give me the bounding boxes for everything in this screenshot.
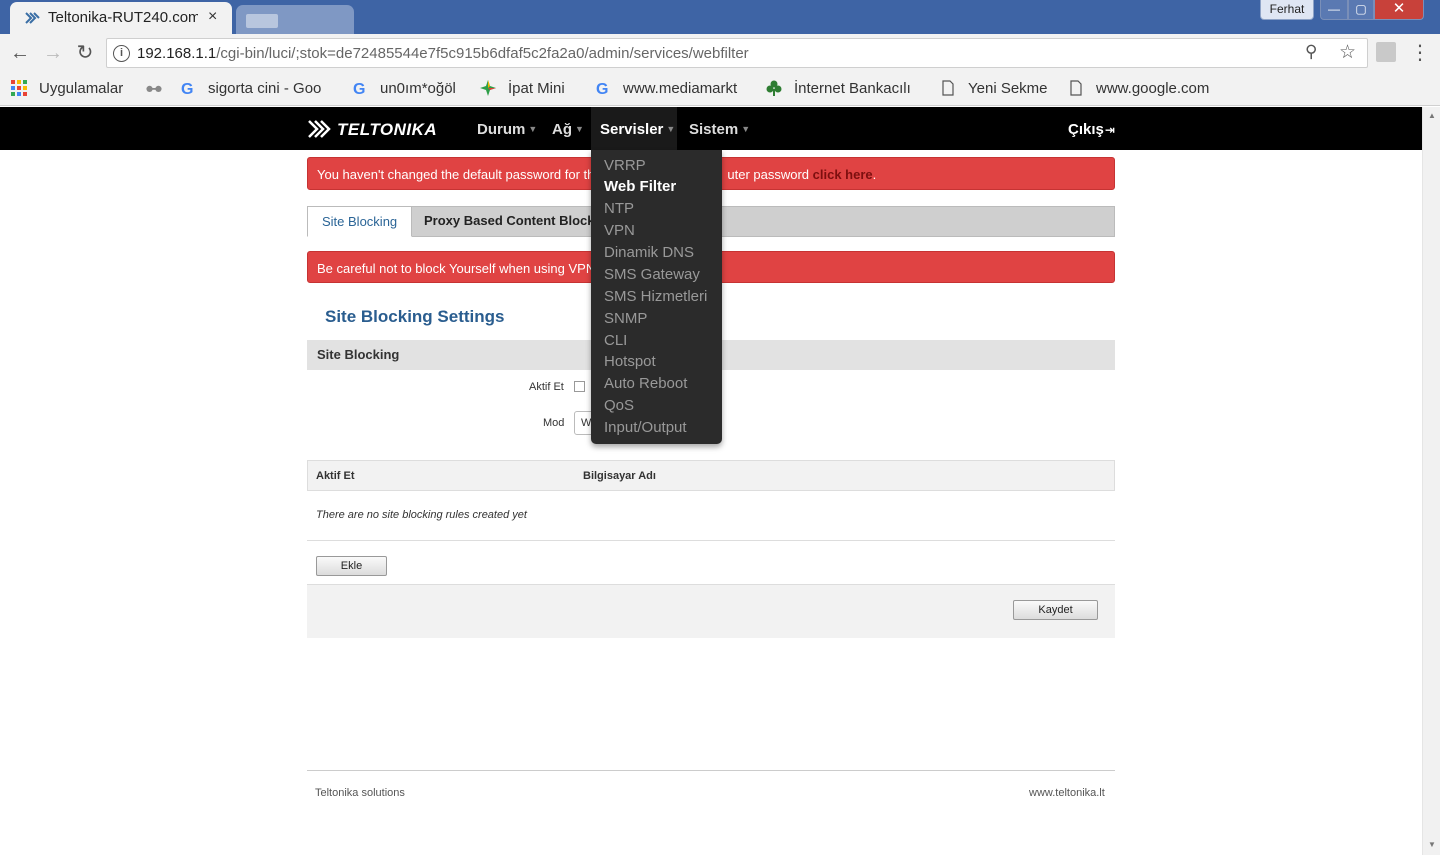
menu-item-hotspot[interactable]: Hotspot [604, 353, 656, 370]
apps-grid-icon [11, 80, 27, 96]
footer-website-link[interactable]: www.teltonika.lt [1029, 787, 1105, 799]
back-icon[interactable]: ← [7, 40, 33, 66]
menu-item-sms-services[interactable]: SMS Hizmetleri [604, 288, 707, 305]
browser-tab-inactive[interactable] [236, 5, 354, 34]
nav-sistem[interactable]: Sistem ▼ [689, 121, 750, 138]
address-bar[interactable]: i 192.168.1.1/cgi-bin/luci/;stok=de72485… [106, 38, 1368, 68]
bookmark-sigorta[interactable]: Gsigorta cini - Goo [180, 80, 335, 100]
menu-item-qos[interactable]: QoS [604, 397, 634, 414]
logout-button[interactable]: Çıkış⇥ [1068, 121, 1115, 138]
svg-text:G: G [181, 81, 193, 96]
chevron-down-icon: ▼ [741, 124, 751, 134]
menu-item-web-filter[interactable]: Web Filter [604, 178, 676, 195]
form-footer [307, 584, 1115, 638]
bookmark-unoim[interactable]: Gun0ım*oğöl [352, 80, 456, 100]
chevron-down-icon: ▼ [528, 124, 538, 134]
page-icon [1070, 80, 1082, 96]
menu-item-vrrp[interactable]: VRRP [604, 157, 646, 174]
bookmark-mediamarkt[interactable]: Gwww.mediamarkt [595, 80, 750, 100]
col-enable: Aktif Et [316, 470, 355, 482]
google-icon: G [353, 81, 365, 96]
menu-item-dynamic-dns[interactable]: Dinamik DNS [604, 244, 694, 261]
url-text[interactable]: 192.168.1.1/cgi-bin/luci/;stok=de7248554… [137, 45, 749, 62]
svg-text:G: G [596, 81, 608, 96]
col-host: Bilgisayar Adı [583, 470, 656, 482]
page-scrollbar[interactable]: ▲ ▼ [1422, 107, 1440, 855]
nav-durum[interactable]: Durum ▼ [477, 121, 537, 138]
enable-label: Aktif Et [529, 381, 564, 393]
tab-proxy-content-blocker[interactable]: Proxy Based Content Blocker [410, 206, 621, 237]
profile-button[interactable]: Ferhat [1260, 0, 1314, 20]
glasses-icon [146, 85, 162, 92]
scroll-up-icon[interactable]: ▲ [1428, 111, 1436, 120]
add-button[interactable]: Ekle [316, 556, 387, 576]
menu-item-auto-reboot[interactable]: Auto Reboot [604, 375, 687, 392]
logo-text: TELTONIKA [337, 120, 438, 139]
footer-company: Teltonika solutions [315, 787, 405, 799]
zoom-icon[interactable]: ⚲ [1305, 42, 1317, 62]
page-icon [942, 80, 954, 96]
bookmark-glasses[interactable] [146, 80, 168, 100]
extension-icon[interactable] [1376, 42, 1396, 62]
browser-tab-active[interactable]: Teltonika-RUT240.com × [10, 2, 232, 34]
chevron-down-icon: ▼ [575, 124, 584, 134]
menu-item-ntp[interactable]: NTP [604, 200, 634, 217]
site-info-icon[interactable]: i [113, 45, 130, 62]
menu-item-snmp[interactable]: SNMP [604, 310, 647, 327]
rules-table-header: Aktif Et Bilgisayar Adı [307, 460, 1115, 491]
menu-item-cli[interactable]: CLI [604, 332, 627, 349]
forward-icon[interactable]: → [40, 40, 66, 66]
bookmark-apps[interactable]: Uygulamalar [11, 80, 123, 100]
nav-servisler[interactable]: Servisler ▼ [600, 121, 675, 138]
tab-site-blocking[interactable]: Site Blocking [307, 206, 413, 237]
teltonika-favicon-icon [25, 12, 40, 24]
enable-checkbox[interactable] [574, 381, 585, 392]
browser-menu-icon[interactable]: ⋮ [1410, 40, 1430, 65]
bookmarks-bar: Uygulamalar Gsigorta cini - Goo Gun0ım*o… [0, 72, 1440, 106]
bookmark-internet-banking[interactable]: İnternet Bankacılı [766, 80, 922, 100]
nav-ag[interactable]: Ağ ▼ [552, 121, 584, 138]
menu-item-input-output[interactable]: Input/Output [604, 419, 687, 436]
router-navbar: TELTONIKA Durum ▼ Ağ ▼ Servisler ▼ Sistem ▼ … [0, 107, 1422, 150]
reload-icon[interactable]: ↻ [72, 40, 98, 66]
tab-close-icon[interactable]: × [208, 8, 217, 26]
menu-item-vpn[interactable]: VPN [604, 222, 635, 239]
close-window-button[interactable]: ✕ [1374, 0, 1424, 20]
maximize-button[interactable]: ▢ [1348, 0, 1374, 20]
menu-item-sms-gateway[interactable]: SMS Gateway [604, 266, 700, 283]
bookmark-new-tab[interactable]: Yeni Sekme [940, 80, 1048, 100]
chevron-down-icon: ▼ [666, 124, 676, 134]
svg-text:G: G [353, 81, 365, 96]
window-titlebar: Teltonika-RUT240.com × Ferhat — ▢ ✕ [0, 0, 1440, 34]
section-title: Site Blocking Settings [325, 307, 505, 326]
logout-icon: ⇥ [1104, 123, 1115, 137]
empty-table-message: There are no site blocking rules created… [307, 491, 1115, 541]
tab-favicon-placeholder [246, 14, 278, 28]
save-button[interactable]: Kaydet [1013, 600, 1098, 620]
scroll-down-icon[interactable]: ▼ [1428, 840, 1436, 849]
servisler-dropdown-menu: VRRP Web Filter NTP VPN Dinamik DNS SMS … [591, 150, 722, 444]
window-controls: — ▢ ✕ [1320, 0, 1424, 20]
change-password-link[interactable]: click here [813, 167, 873, 182]
minimize-button[interactable]: — [1320, 0, 1348, 20]
bank-clover-icon [766, 80, 782, 96]
tab-title: Teltonika-RUT240.com [48, 9, 198, 26]
google-icon: G [596, 81, 608, 96]
footer-divider [307, 770, 1115, 771]
ipat-star-icon [480, 80, 496, 96]
browser-toolbar: ← → ↻ i 192.168.1.1/cgi-bin/luci/;stok=d… [0, 34, 1440, 72]
bookmark-ipat[interactable]: İpat Mini [480, 80, 565, 100]
bookmark-google[interactable]: www.google.com [1068, 80, 1223, 100]
bookmark-star-icon[interactable]: ☆ [1339, 41, 1356, 64]
google-icon: G [181, 81, 193, 96]
mode-label: Mod [543, 417, 565, 429]
